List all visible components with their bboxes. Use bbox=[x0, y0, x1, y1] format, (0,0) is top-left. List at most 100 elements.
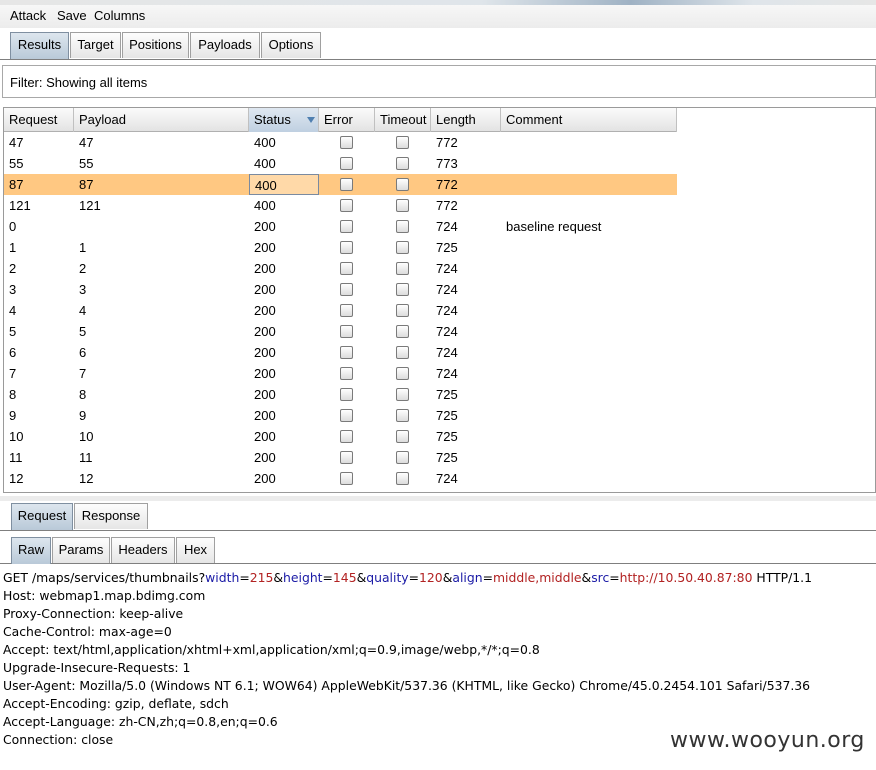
error-checkbox[interactable] bbox=[340, 367, 353, 380]
tab-target[interactable]: Target bbox=[70, 32, 121, 58]
menu-attack[interactable]: Attack bbox=[10, 8, 46, 23]
timeout-checkbox[interactable] bbox=[396, 178, 409, 191]
cell-comment bbox=[501, 132, 677, 153]
timeout-checkbox[interactable] bbox=[396, 241, 409, 254]
menu-columns[interactable]: Columns bbox=[94, 8, 145, 23]
cell-comment bbox=[501, 426, 677, 447]
tab-hex[interactable]: Hex bbox=[176, 537, 215, 563]
header-line: Proxy-Connection: keep-alive bbox=[3, 606, 184, 621]
cell-status: 400 bbox=[254, 135, 276, 150]
cell-payload: 2 bbox=[79, 261, 87, 276]
timeout-checkbox[interactable] bbox=[396, 157, 409, 170]
timeout-checkbox[interactable] bbox=[396, 283, 409, 296]
table-row[interactable]: 12 12 200 724 bbox=[4, 468, 677, 489]
timeout-checkbox[interactable] bbox=[396, 325, 409, 338]
timeout-checkbox[interactable] bbox=[396, 346, 409, 359]
param-name: align bbox=[452, 570, 483, 585]
header-line: Cache-Control: max-age=0 bbox=[3, 624, 172, 639]
table-row[interactable]: 10 10 200 725 bbox=[4, 426, 677, 447]
column-payload[interactable]: Payload bbox=[74, 108, 249, 132]
table-row[interactable]: 3 3 200 724 bbox=[4, 279, 677, 300]
timeout-checkbox[interactable] bbox=[396, 220, 409, 233]
table-row[interactable]: 7 7 200 724 bbox=[4, 363, 677, 384]
tab-headers[interactable]: Headers bbox=[111, 537, 175, 563]
error-checkbox[interactable] bbox=[340, 136, 353, 149]
timeout-checkbox[interactable] bbox=[396, 262, 409, 275]
cell-status: 200 bbox=[254, 408, 276, 423]
table-row[interactable]: 11 11 200 725 bbox=[4, 447, 677, 468]
error-checkbox[interactable] bbox=[340, 199, 353, 212]
error-checkbox[interactable] bbox=[340, 409, 353, 422]
error-checkbox[interactable] bbox=[340, 430, 353, 443]
table-row[interactable]: 47 47 400 772 bbox=[4, 132, 677, 153]
cell-comment bbox=[501, 447, 677, 468]
cell-comment: baseline request bbox=[506, 219, 602, 234]
column-error[interactable]: Error bbox=[319, 108, 375, 132]
tab-payloads[interactable]: Payloads bbox=[190, 32, 260, 58]
cell-status: 200 bbox=[254, 282, 276, 297]
timeout-checkbox[interactable] bbox=[396, 430, 409, 443]
error-checkbox[interactable] bbox=[340, 388, 353, 401]
filter-bar[interactable]: Filter: Showing all items bbox=[2, 65, 876, 98]
column-comment[interactable]: Comment bbox=[501, 108, 677, 132]
table-row[interactable]: 87 87 400 772 bbox=[4, 174, 677, 195]
error-checkbox[interactable] bbox=[340, 241, 353, 254]
tab-positions[interactable]: Positions bbox=[122, 32, 189, 58]
table-row[interactable]: 9 9 200 725 bbox=[4, 405, 677, 426]
cell-request: 5 bbox=[9, 324, 17, 339]
cell-comment bbox=[501, 237, 677, 258]
error-checkbox[interactable] bbox=[340, 283, 353, 296]
cell-status: 400 bbox=[254, 198, 276, 213]
error-checkbox[interactable] bbox=[340, 304, 353, 317]
table-row[interactable]: 5 5 200 724 bbox=[4, 321, 677, 342]
column-length[interactable]: Length bbox=[431, 108, 501, 132]
cell-request: 3 bbox=[9, 282, 17, 297]
error-checkbox[interactable] bbox=[340, 325, 353, 338]
column-request[interactable]: Request bbox=[4, 108, 74, 132]
table-row[interactable]: 2 2 200 724 bbox=[4, 258, 677, 279]
table-row[interactable]: 4 4 200 724 bbox=[4, 300, 677, 321]
timeout-checkbox[interactable] bbox=[396, 304, 409, 317]
menu-bar: Attack Save Columns bbox=[0, 5, 876, 28]
cell-payload: 8 bbox=[79, 387, 87, 402]
tab-params[interactable]: Params bbox=[52, 537, 110, 563]
menu-save[interactable]: Save bbox=[57, 8, 87, 23]
table-row[interactable]: 0 200 724 baseline request bbox=[4, 216, 677, 237]
table-row[interactable]: 8 8 200 725 bbox=[4, 384, 677, 405]
tab-response[interactable]: Response bbox=[74, 503, 148, 529]
tab-results[interactable]: Results bbox=[10, 32, 69, 59]
split-divider[interactable] bbox=[0, 496, 876, 501]
column-status[interactable]: Status bbox=[249, 108, 319, 132]
table-row[interactable]: 121 121 400 772 bbox=[4, 195, 677, 216]
timeout-checkbox[interactable] bbox=[396, 136, 409, 149]
error-checkbox[interactable] bbox=[340, 346, 353, 359]
cell-status: 200 bbox=[254, 303, 276, 318]
cell-request: 7 bbox=[9, 366, 17, 381]
error-checkbox[interactable] bbox=[340, 262, 353, 275]
timeout-checkbox[interactable] bbox=[396, 199, 409, 212]
param-name: quality bbox=[366, 570, 409, 585]
param-value: 120 bbox=[419, 570, 443, 585]
table-row[interactable]: 6 6 200 724 bbox=[4, 342, 677, 363]
timeout-checkbox[interactable] bbox=[396, 472, 409, 485]
timeout-checkbox[interactable] bbox=[396, 367, 409, 380]
error-checkbox[interactable] bbox=[340, 157, 353, 170]
timeout-checkbox[interactable] bbox=[396, 451, 409, 464]
error-checkbox[interactable] bbox=[340, 472, 353, 485]
error-checkbox[interactable] bbox=[340, 178, 353, 191]
table-row[interactable]: 55 55 400 773 bbox=[4, 153, 677, 174]
timeout-checkbox[interactable] bbox=[396, 388, 409, 401]
cell-status: 200 bbox=[254, 219, 276, 234]
cell-comment bbox=[501, 153, 677, 174]
table-row[interactable]: 1 1 200 725 bbox=[4, 237, 677, 258]
tab-raw[interactable]: Raw bbox=[11, 537, 51, 564]
cell-request: 0 bbox=[9, 219, 17, 234]
timeout-checkbox[interactable] bbox=[396, 409, 409, 422]
tab-options[interactable]: Options bbox=[261, 32, 321, 58]
tab-request[interactable]: Request bbox=[11, 503, 73, 530]
cell-comment bbox=[501, 384, 677, 405]
column-timeout[interactable]: Timeout bbox=[375, 108, 431, 132]
header-line: Connection: close bbox=[3, 732, 114, 747]
error-checkbox[interactable] bbox=[340, 451, 353, 464]
error-checkbox[interactable] bbox=[340, 220, 353, 233]
